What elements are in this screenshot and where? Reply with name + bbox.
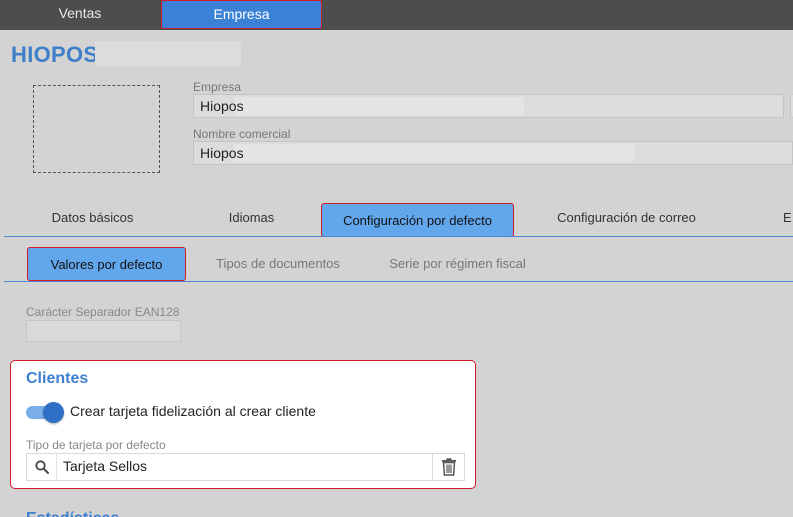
top-navigation-bar: Ventas Empresa [0, 0, 793, 30]
nombre-comercial-input[interactable]: Hiopos [193, 141, 793, 165]
ean-separator-input[interactable] [26, 320, 181, 342]
crear-tarjeta-toggle-label: Crear tarjeta fidelización al crear clie… [70, 403, 316, 419]
nombre-comercial-value: Hiopos [200, 145, 244, 161]
empresa-value: Hiopos [200, 98, 244, 114]
crear-tarjeta-toggle[interactable] [26, 402, 64, 423]
nombre-comercial-field-label: Nombre comercial [193, 127, 291, 141]
subtab-serie-por-regimen-fiscal[interactable]: Serie por régimen fiscal [375, 247, 540, 281]
tab-configuracion-por-defecto[interactable]: Configuración por defecto [321, 203, 514, 237]
tab-configuracion-de-correo[interactable]: Configuración de correo [530, 203, 723, 237]
subtab-valores-por-defecto[interactable]: Valores por defecto [27, 247, 186, 281]
ean-separator-label: Carácter Separador EAN128 [26, 305, 180, 319]
tab-idiomas[interactable]: Idiomas [200, 203, 303, 237]
company-logo-dropzone[interactable] [33, 85, 160, 173]
main-tabs-divider [4, 236, 793, 237]
tab-overflow-next[interactable]: E [783, 203, 793, 237]
subtab-tipos-de-documentos[interactable]: Tipos de documentos [205, 247, 351, 281]
top-tab-empresa[interactable]: Empresa [161, 0, 322, 29]
tipo-tarjeta-value: Tarjeta Sellos [63, 458, 148, 474]
sub-tabs-divider [4, 281, 793, 282]
search-icon[interactable] [27, 454, 57, 480]
clientes-title: Clientes [26, 370, 89, 387]
tipo-tarjeta-label: Tipo de tarjeta por defecto [26, 438, 166, 452]
estadisticas-section-title: Estadísticas [26, 508, 119, 517]
clientes-card: Clientes Crear tarjeta fidelización al c… [10, 360, 476, 489]
trash-icon[interactable] [432, 454, 464, 480]
empresa-input[interactable]: Hiopos [193, 94, 784, 118]
tipo-tarjeta-field[interactable]: Tarjeta Sellos [26, 453, 465, 481]
page-title: HIOPOS [11, 42, 99, 67]
tab-datos-basicos[interactable]: Datos básicos [30, 203, 155, 237]
top-tab-ventas[interactable]: Ventas [10, 0, 150, 30]
title-redacted-area [95, 41, 241, 67]
empresa-field-label: Empresa [193, 80, 242, 94]
